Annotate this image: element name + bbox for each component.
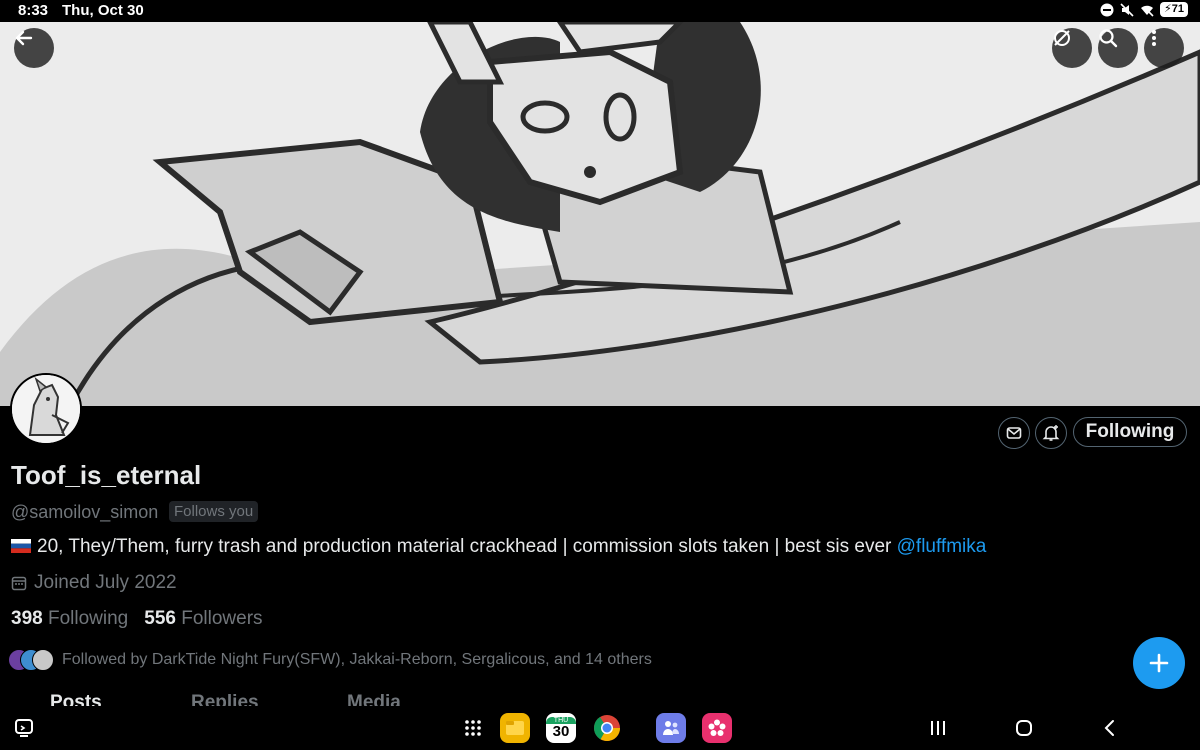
handle: @samoilov_simon <box>11 502 159 522</box>
search-button[interactable] <box>1098 28 1138 68</box>
followed-by-avatars <box>8 649 54 671</box>
grok-icon <box>1054 30 1070 46</box>
more-vertical-icon <box>1152 30 1156 46</box>
wifi-icon <box>1141 5 1154 17</box>
followed-by[interactable]: Followed by DarkTide Night Fury(SFW), Ja… <box>8 649 652 671</box>
gallery-icon[interactable] <box>702 713 732 743</box>
apps-grid-icon[interactable] <box>458 713 488 743</box>
back-icon[interactable] <box>1100 718 1120 738</box>
more-button[interactable] <box>1144 28 1184 68</box>
status-date: Thu, Oct 30 <box>62 2 144 19</box>
profile-banner[interactable] <box>0 22 1200 406</box>
followers-label: Followers <box>181 608 263 629</box>
following-button[interactable]: Following <box>1073 417 1187 447</box>
recents-icon[interactable] <box>928 718 948 738</box>
mail-icon <box>1006 427 1022 439</box>
bell-plus-icon <box>1042 425 1060 441</box>
dnd-icon <box>1100 3 1114 16</box>
arrow-left-icon <box>15 30 33 46</box>
taskbar-icon[interactable] <box>14 718 34 738</box>
avatar <box>32 649 54 671</box>
russia-flag-icon <box>11 539 31 553</box>
status-time: 8:33 <box>18 2 49 19</box>
files-icon[interactable] <box>500 713 530 743</box>
bio: 20, They/Them, furry trash and productio… <box>11 536 986 558</box>
calendar-icon <box>11 576 27 591</box>
plus-icon <box>1149 653 1169 673</box>
mute-icon <box>1120 2 1134 17</box>
calendar-day: 30 <box>552 722 570 740</box>
battery-icon: ⚡71 <box>1160 2 1188 17</box>
search-icon <box>1099 29 1118 48</box>
joined-label: Joined July 2022 <box>34 572 177 593</box>
system-nav-bar: THU 30 <box>0 706 1200 750</box>
following-label: Following <box>47 608 129 629</box>
following-link[interactable]: 398 Following <box>11 608 128 630</box>
followed-by-text: Followed by DarkTide Night Fury(SFW), Ja… <box>62 651 652 668</box>
bio-mention-link[interactable]: @fluffmika <box>897 536 987 557</box>
bio-text: 20, They/Them, furry trash and productio… <box>37 536 897 557</box>
notifications-button[interactable] <box>1035 417 1067 449</box>
joined-date: Joined July 2022 <box>11 572 177 594</box>
display-name: Toof_is_eternal <box>11 460 202 490</box>
compose-button[interactable] <box>1133 637 1185 689</box>
status-bar: 8:33 Thu, Oct 30 ⚡71 <box>0 0 1200 22</box>
avatar[interactable] <box>10 373 82 445</box>
avatar-image <box>12 375 80 443</box>
calendar-icon[interactable]: THU 30 <box>546 713 576 743</box>
status-icons: ⚡71 <box>1100 2 1188 17</box>
grok-button[interactable] <box>1052 28 1092 68</box>
banner-artwork <box>0 22 1200 406</box>
battery-level: 71 <box>1171 3 1184 15</box>
follows-you-badge: Follows you <box>169 501 259 522</box>
teams-icon[interactable] <box>656 713 686 743</box>
back-button[interactable] <box>14 28 54 68</box>
followers-count: 556 <box>144 608 176 629</box>
chrome-icon[interactable] <box>592 713 622 743</box>
following-count: 398 <box>11 608 43 629</box>
follow-stats: 398 Following 556 Followers <box>11 608 263 630</box>
message-button[interactable] <box>998 417 1030 449</box>
home-icon[interactable] <box>1014 718 1034 738</box>
followers-link[interactable]: 556 Followers <box>144 608 262 630</box>
